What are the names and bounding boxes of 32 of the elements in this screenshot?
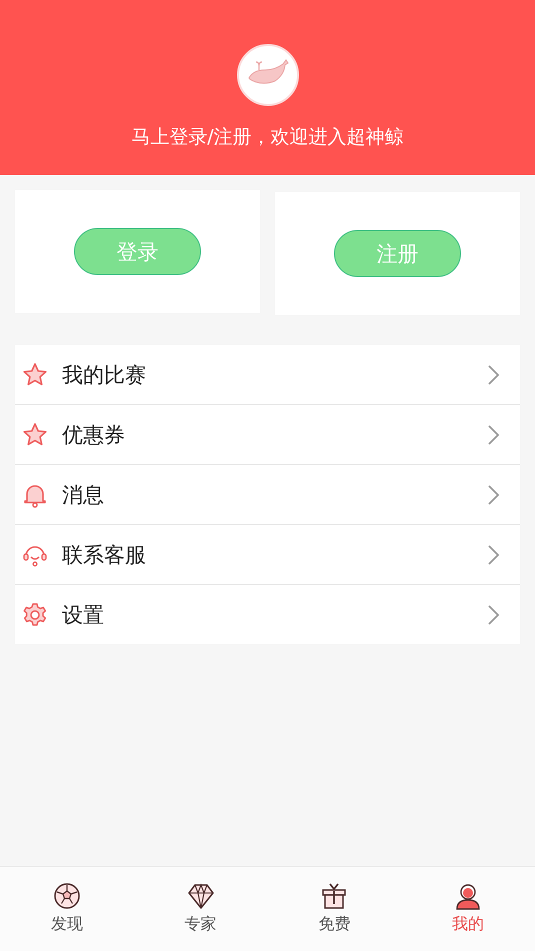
chevron-right-icon <box>486 424 500 446</box>
menu-label: 我的比赛 <box>62 362 147 388</box>
star-icon <box>22 422 48 448</box>
menu-item[interactable]: 消息 <box>15 464 520 524</box>
tab-label: 免费 <box>318 914 350 935</box>
menu-item[interactable]: 联系客服 <box>15 524 520 584</box>
whale-logo <box>236 44 298 106</box>
menu-label: 联系客服 <box>62 542 147 568</box>
tab-label: 发现 <box>50 914 83 935</box>
gift-icon <box>320 882 348 910</box>
menu-item[interactable]: 我的比赛 <box>15 345 520 404</box>
menu-label: 设置 <box>62 602 105 628</box>
diamond-icon <box>186 882 215 910</box>
star-icon <box>22 362 48 388</box>
tab[interactable]: 我的 <box>401 867 535 951</box>
tab-label: 我的 <box>452 914 484 935</box>
chevron-right-icon <box>486 604 500 626</box>
tab[interactable]: 专家 <box>134 867 268 951</box>
menu-label: 消息 <box>62 482 105 508</box>
menu-item[interactable]: 优惠券 <box>15 404 520 464</box>
welcome-text: 马上登录/注册，欢迎进入超神鲸 <box>131 125 404 150</box>
chevron-right-icon <box>486 544 500 566</box>
menu-label: 优惠券 <box>62 422 126 448</box>
soccer-ball-icon <box>52 882 81 910</box>
tab[interactable]: 发现 <box>0 867 134 951</box>
chevron-right-icon <box>486 484 500 506</box>
tab-label: 专家 <box>184 914 217 935</box>
tab[interactable]: 免费 <box>268 867 402 951</box>
person-icon <box>454 882 482 910</box>
menu-item[interactable]: 设置 <box>15 584 520 644</box>
settings-icon <box>22 602 48 628</box>
chevron-right-icon <box>486 364 500 386</box>
